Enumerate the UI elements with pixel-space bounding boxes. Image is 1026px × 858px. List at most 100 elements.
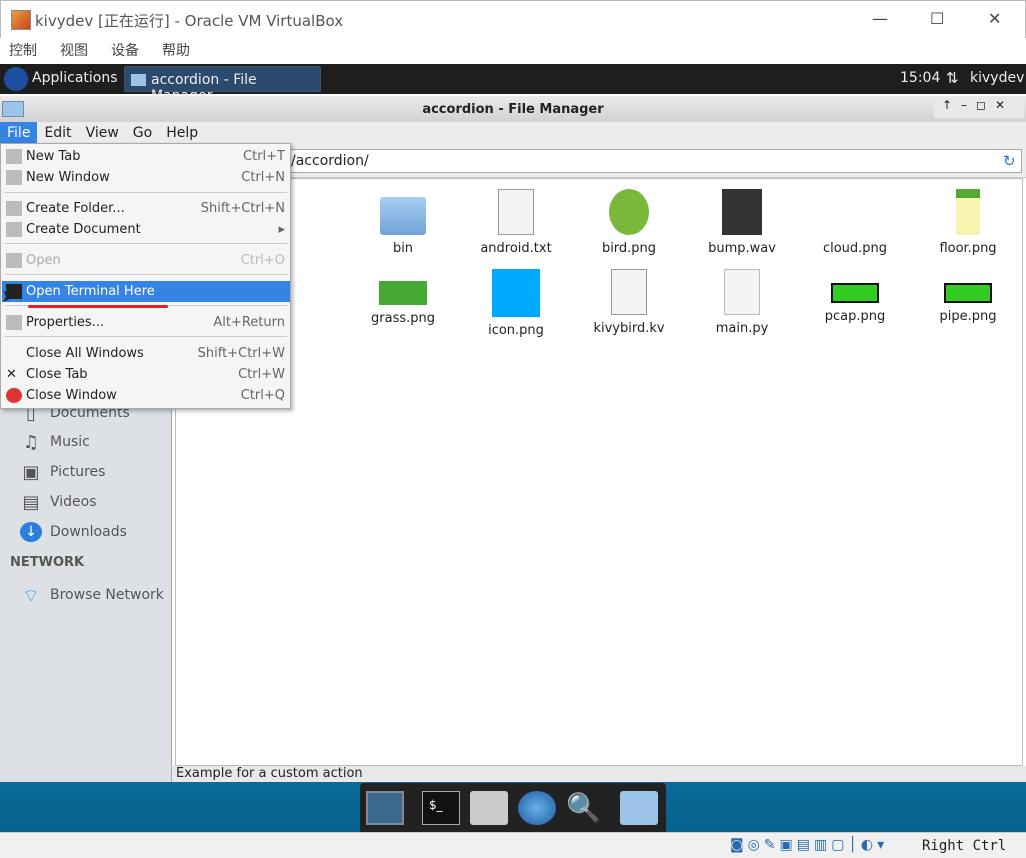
window-controls[interactable]: ↑–◻✕ bbox=[934, 98, 1024, 118]
sidebar-item-downloads[interactable]: ↓ Downloads bbox=[20, 522, 127, 542]
file-item[interactable]: grass.png bbox=[348, 269, 458, 326]
menu-item-create-document[interactable]: Create Document ▸ bbox=[2, 219, 290, 240]
file-item[interactable]: bird.png bbox=[574, 189, 684, 256]
host-menu-view[interactable]: 视图 bbox=[60, 43, 88, 59]
power-icon bbox=[6, 388, 22, 403]
menu-go[interactable]: Go bbox=[126, 122, 159, 144]
menu-view[interactable]: View bbox=[79, 122, 126, 144]
new-tab-icon bbox=[6, 149, 22, 164]
xfce-logo-icon[interactable] bbox=[4, 67, 28, 91]
file-item[interactable]: bump.wav bbox=[687, 189, 797, 256]
text-file-icon bbox=[611, 269, 647, 315]
menu-separator bbox=[5, 192, 287, 193]
mouse-cursor-icon: ➤ bbox=[1, 286, 17, 307]
web-browser-icon[interactable] bbox=[518, 791, 556, 825]
sidebar-item-label: Pictures bbox=[50, 464, 106, 480]
menu-item-new-window[interactable]: New Window Ctrl+N bbox=[2, 167, 290, 188]
menu-item-properties[interactable]: Properties... Alt+Return bbox=[2, 312, 290, 333]
file-manager-title: accordion - File Manager bbox=[422, 102, 604, 117]
menu-item-shortcut: Ctrl+O bbox=[240, 253, 285, 268]
device-icons[interactable]: ◙◎✎▣▤▥▢│◐▾ bbox=[730, 837, 888, 853]
menu-item-label: Create Document bbox=[26, 222, 141, 237]
applications-menu[interactable]: Applications bbox=[32, 70, 118, 86]
floor-file-icon bbox=[956, 189, 980, 235]
audio-file-icon bbox=[722, 189, 762, 235]
menu-item-close-all-windows[interactable]: Close All Windows Shift+Ctrl+W bbox=[2, 343, 290, 364]
file-name: pcap.png bbox=[824, 309, 886, 324]
menu-item-shortcut: Shift+Ctrl+W bbox=[197, 346, 285, 361]
maximize-button[interactable]: ☐ bbox=[930, 9, 944, 28]
pictures-icon: ▣ bbox=[22, 462, 40, 483]
host-menu-help[interactable]: 帮助 bbox=[162, 43, 190, 59]
file-manager-menu-bar: File Edit View Go Help bbox=[0, 122, 1026, 144]
home-folder-icon[interactable] bbox=[470, 791, 508, 825]
file-manager-icon[interactable] bbox=[620, 791, 658, 825]
pipe-file-icon bbox=[831, 283, 879, 303]
file-item[interactable]: bin bbox=[348, 189, 458, 256]
annotation-underline bbox=[28, 305, 168, 308]
location-input[interactable]: /accordion/ bbox=[180, 149, 1022, 173]
file-item[interactable]: cloud.png bbox=[800, 189, 910, 256]
file-manager-title-bar: accordion - File Manager ↑–◻✕ bbox=[0, 96, 1026, 122]
menu-item-close-tab[interactable]: ✕ Close Tab Ctrl+W bbox=[2, 364, 290, 385]
file-name: cloud.png bbox=[822, 241, 888, 256]
virtualbox-status-bar: ◙◎✎▣▤▥▢│◐▾ Right Ctrl bbox=[0, 832, 1026, 858]
menu-item-shortcut: ▸ bbox=[278, 222, 285, 237]
terminal-icon[interactable]: $_ bbox=[422, 791, 460, 825]
menu-file[interactable]: File bbox=[0, 122, 38, 144]
menu-item-shortcut: Shift+Ctrl+N bbox=[200, 201, 285, 216]
cloud-file-icon bbox=[832, 189, 878, 235]
menu-separator bbox=[5, 243, 287, 244]
reload-icon[interactable]: ↻ bbox=[1003, 152, 1016, 170]
file-name: android.txt bbox=[480, 241, 552, 256]
close-button[interactable]: ✕ bbox=[988, 9, 1001, 28]
file-item[interactable]: pipe.png bbox=[913, 269, 1023, 324]
menu-help[interactable]: Help bbox=[159, 122, 205, 144]
menu-item-open-terminal-here[interactable]: Open Terminal Here bbox=[2, 281, 290, 302]
host-menu-control[interactable]: 控制 bbox=[9, 43, 37, 59]
dock: $_ 🔍 bbox=[360, 783, 666, 832]
sidebar-item-videos[interactable]: ▤ Videos bbox=[20, 492, 96, 513]
virtualbox-logo-icon bbox=[11, 10, 31, 30]
file-name: bump.wav bbox=[708, 241, 776, 256]
file-item[interactable]: android.txt bbox=[461, 189, 571, 256]
menu-item-label: Properties... bbox=[26, 315, 105, 330]
host-title-bar: kivydev [正在运行] - Oracle VM VirtualBox — … bbox=[0, 0, 1026, 38]
sidebar-item-label: Browse Network bbox=[50, 587, 164, 603]
file-name: bin bbox=[392, 241, 414, 256]
minimize-button[interactable]: — bbox=[872, 9, 888, 28]
menu-item-open[interactable]: Open Ctrl+O bbox=[2, 250, 290, 271]
taskbar-item-file-manager[interactable]: accordion - File Manager bbox=[124, 66, 321, 104]
host-window-title: kivydev [正在运行] - Oracle VM VirtualBox bbox=[35, 12, 344, 30]
create-document-icon bbox=[6, 222, 22, 237]
menu-item-label: Open bbox=[26, 253, 61, 268]
menu-edit[interactable]: Edit bbox=[37, 122, 78, 144]
grass-file-icon bbox=[379, 281, 427, 305]
network-heading: NETWORK bbox=[10, 555, 85, 570]
menu-item-label: Close Tab bbox=[26, 367, 88, 382]
file-item[interactable]: kivybird.kv bbox=[574, 269, 684, 336]
folder-icon bbox=[131, 74, 146, 86]
sidebar-item-music[interactable]: ♫ Music bbox=[20, 432, 90, 453]
menu-item-create-folder[interactable]: Create Folder... Shift+Ctrl+N bbox=[2, 198, 290, 219]
sidebar-item-browse-network[interactable]: ⌔ Browse Network bbox=[20, 585, 164, 607]
sidebar-item-pictures[interactable]: ▣ Pictures bbox=[20, 462, 106, 483]
new-window-icon bbox=[6, 170, 22, 185]
host-menu-devices[interactable]: 设备 bbox=[111, 43, 139, 59]
menu-separator bbox=[5, 274, 287, 275]
file-item[interactable]: floor.png bbox=[913, 189, 1023, 256]
file-item[interactable]: icon.png bbox=[461, 269, 571, 338]
search-icon[interactable]: 🔍 bbox=[566, 791, 604, 825]
sidebar-item-label: Music bbox=[50, 434, 90, 450]
user-name[interactable]: kivydev bbox=[970, 70, 1024, 86]
menu-item-new-tab[interactable]: New Tab Ctrl+T bbox=[2, 146, 290, 167]
menu-item-close-window[interactable]: Close Window Ctrl+Q bbox=[2, 385, 290, 406]
show-desktop-icon[interactable] bbox=[366, 791, 404, 825]
clock[interactable]: 15:04 bbox=[900, 70, 940, 86]
status-bar: Example for a custom action bbox=[172, 766, 1026, 782]
network-arrows-icon[interactable]: ⇅ bbox=[946, 69, 959, 87]
menu-item-shortcut: Alt+Return bbox=[213, 315, 285, 330]
file-item[interactable]: pcap.png bbox=[800, 269, 910, 324]
file-menu-dropdown: New Tab Ctrl+T New Window Ctrl+N Create Fold… bbox=[0, 143, 291, 409]
file-item[interactable]: main.py bbox=[687, 269, 797, 336]
